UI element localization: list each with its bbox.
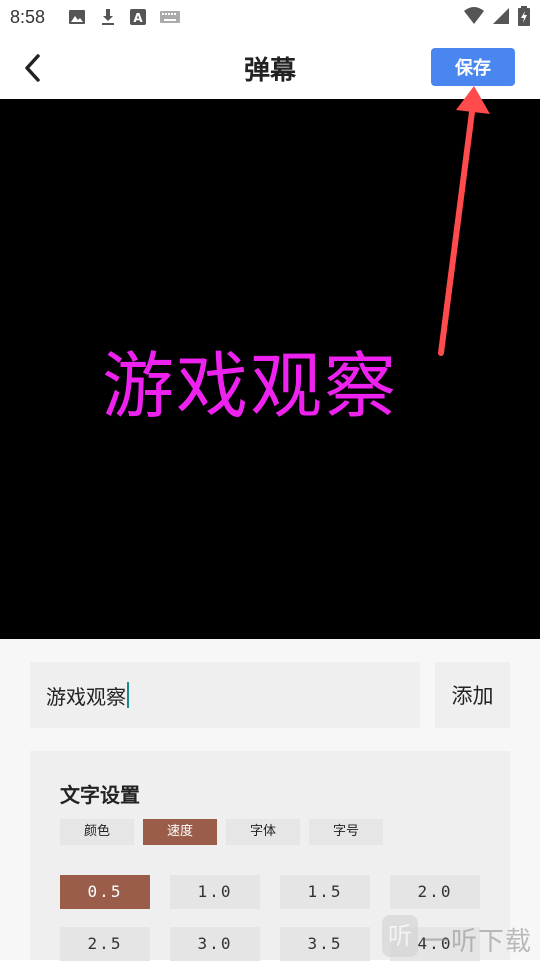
status-icons-left: A [68, 8, 180, 26]
watermark-text: 一听下载 [424, 927, 533, 957]
watermark: 听 一听下载 [380, 915, 540, 960]
watermark-logo-icon: 听 [382, 915, 418, 957]
top-app-bar: 弹幕 保存 [0, 36, 540, 99]
status-bar: 8:58 A [0, 0, 540, 36]
a-icon: A [130, 9, 146, 25]
add-button[interactable]: 添加 [435, 662, 510, 728]
editor-panel: 游戏观察 添加 文字设置 颜色 速度 字体 字号 0.5 1.0 1.5 2.0… [0, 639, 540, 961]
save-button[interactable]: 保存 [431, 48, 515, 86]
status-time: 8:58 [10, 7, 46, 27]
download-icon [102, 9, 114, 25]
tab-speed[interactable]: 速度 [143, 819, 217, 845]
danmaku-text-value: 游戏观察 [46, 684, 126, 709]
tab-font[interactable]: 字体 [226, 819, 300, 845]
speed-option-2-5[interactable]: 2.5 [60, 927, 150, 961]
speed-option-2-0[interactable]: 2.0 [390, 875, 480, 909]
speed-option-0-5[interactable]: 0.5 [60, 875, 150, 909]
svg-text:A: A [133, 11, 143, 25]
settings-title: 文字设置 [60, 783, 140, 807]
image-icon [69, 10, 85, 24]
battery-icon [518, 6, 530, 26]
status-icons-right [464, 6, 530, 26]
signal-icon [493, 8, 509, 24]
tab-color[interactable]: 颜色 [60, 819, 134, 845]
speed-option-1-5[interactable]: 1.5 [280, 875, 370, 909]
speed-option-3-5[interactable]: 3.5 [280, 927, 370, 961]
keyboard-icon [160, 11, 180, 23]
wifi-icon [464, 7, 484, 24]
tab-font-size[interactable]: 字号 [309, 819, 383, 845]
speed-option-3-0[interactable]: 3.0 [170, 927, 260, 961]
text-caret [127, 682, 129, 708]
danmaku-preview: 游戏观察 [0, 99, 540, 639]
danmaku-text-input[interactable]: 游戏观察 [30, 662, 420, 728]
preview-text: 游戏观察 [102, 344, 399, 428]
speed-option-1-0[interactable]: 1.0 [170, 875, 260, 909]
